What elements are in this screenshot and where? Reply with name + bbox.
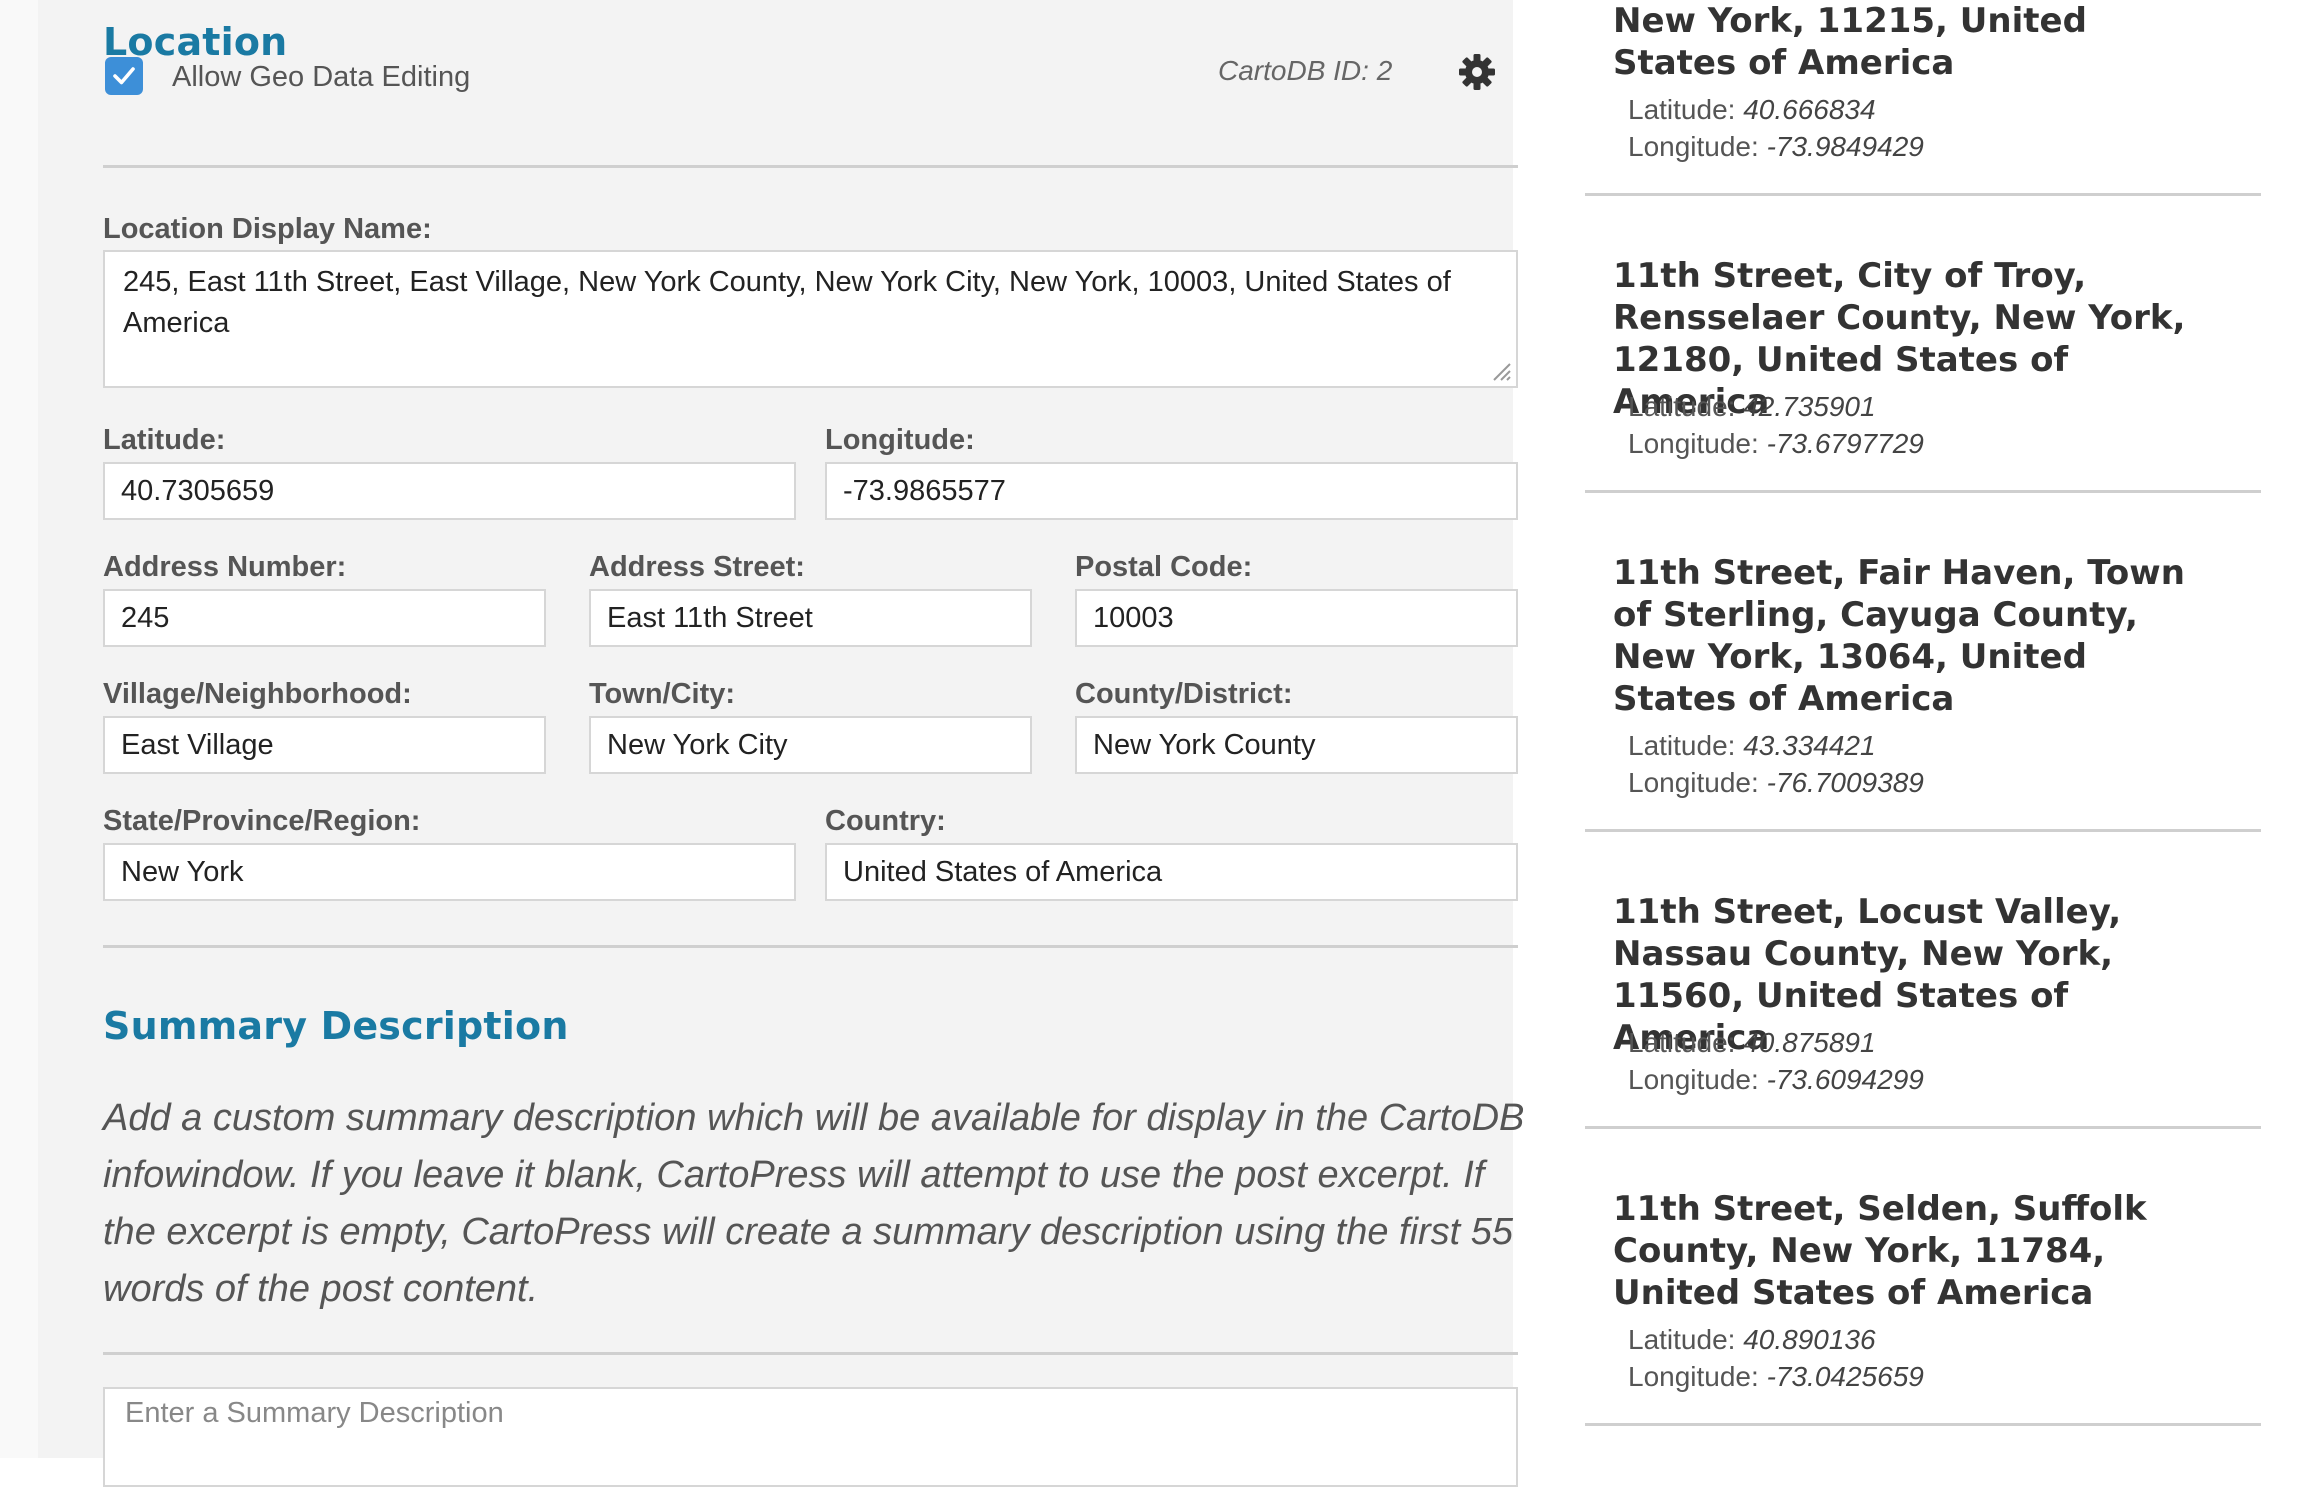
- longitude-input[interactable]: -73.9865577: [825, 462, 1518, 520]
- longitude-label: Longitude:: [825, 424, 975, 456]
- address-street-label: Address Street:: [589, 551, 805, 583]
- address-number-input[interactable]: 245: [103, 589, 546, 647]
- check-icon: [113, 67, 135, 85]
- divider: [1585, 490, 2261, 493]
- divider: [103, 165, 1518, 168]
- country-input[interactable]: United States of America: [825, 843, 1518, 901]
- address-street-input[interactable]: East 11th Street: [589, 589, 1032, 647]
- location-metabox: Location Allow Geo Data Editing CartoDB …: [38, 0, 1524, 1487]
- village-label: Village/Neighborhood:: [103, 678, 412, 710]
- cartodb-id: CartoDB ID: 2: [1218, 55, 1393, 86]
- summary-title: Summary Description: [103, 1004, 569, 1048]
- result-latitude: Latitude: 40.890136: [1628, 1324, 1876, 1355]
- county-label: County/District:: [1075, 678, 1293, 710]
- divider: [1585, 1423, 2261, 1426]
- display-name-textarea[interactable]: 245, East 11th Street, East Village, New…: [103, 250, 1518, 388]
- resize-handle-icon[interactable]: [1486, 356, 1512, 382]
- result-latitude: Latitude: 42.735901: [1628, 391, 1876, 422]
- result-latitude: Latitude: 40.875891: [1628, 1027, 1876, 1058]
- result-title: New York, 11215, United States of Americ…: [1613, 1, 2087, 83]
- county-input[interactable]: New York County: [1075, 716, 1518, 774]
- divider: [1585, 193, 2261, 196]
- town-input[interactable]: New York City: [589, 716, 1032, 774]
- result-longitude: Longitude: -73.9849429: [1628, 131, 1924, 162]
- address-number-label: Address Number:: [103, 551, 347, 583]
- divider: [103, 945, 1518, 948]
- divider: [103, 1352, 1518, 1355]
- divider: [1585, 1126, 2261, 1129]
- display-name-label: Location Display Name:: [103, 213, 432, 245]
- result-title: 11th Street, Selden, Suffolk County, New…: [1613, 1189, 2147, 1313]
- result-longitude: Longitude: -73.6094299: [1628, 1064, 1924, 1095]
- state-input[interactable]: New York: [103, 843, 796, 901]
- latitude-label: Latitude:: [103, 424, 226, 456]
- postal-code-label: Postal Code:: [1075, 551, 1253, 583]
- result-longitude: Longitude: -73.0425659: [1628, 1361, 1924, 1392]
- village-input[interactable]: East Village: [103, 716, 546, 774]
- postal-code-input[interactable]: 10003: [1075, 589, 1518, 647]
- summary-help-text: Add a custom summary description which w…: [103, 1097, 1525, 1310]
- allow-geo-label: Allow Geo Data Editing: [172, 61, 471, 93]
- result-latitude: Latitude: 40.666834: [1628, 94, 1876, 125]
- left-gutter: [0, 0, 38, 1458]
- town-label: Town/City:: [589, 678, 736, 710]
- latitude-input[interactable]: 40.7305659: [103, 462, 796, 520]
- state-label: State/Province/Region:: [103, 805, 421, 837]
- result-longitude: Longitude: -73.6797729: [1628, 428, 1924, 459]
- summary-placeholder: Enter a Summary Description: [125, 1397, 504, 1429]
- result-latitude: Latitude: 43.334421: [1628, 730, 1876, 761]
- country-label: Country:: [825, 805, 946, 837]
- divider: [1585, 829, 2261, 832]
- allow-geo-checkbox[interactable]: [105, 57, 143, 95]
- gear-icon[interactable]: [1457, 52, 1497, 92]
- result-longitude: Longitude: -76.7009389: [1628, 767, 1924, 798]
- summary-description-input[interactable]: Enter a Summary Description: [103, 1387, 1518, 1487]
- result-title: 11th Street, Fair Haven, Town of Sterlin…: [1613, 553, 2185, 719]
- display-name-value: 245, East 11th Street, East Village, New…: [123, 266, 1451, 339]
